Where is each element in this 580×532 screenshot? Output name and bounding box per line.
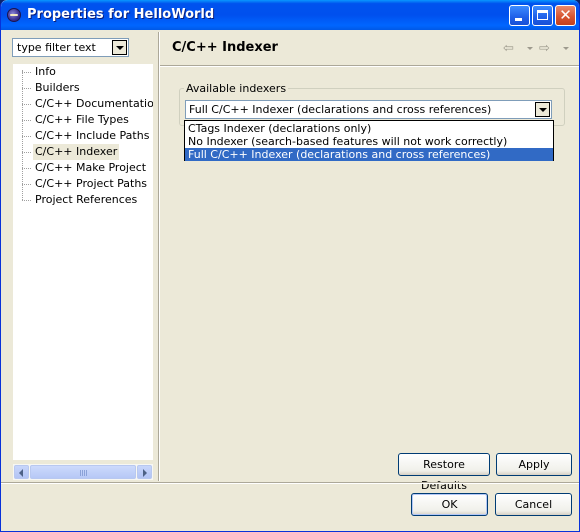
sidebar-item-label: C/C++ Project Paths <box>35 177 148 190</box>
tree-connector <box>22 88 31 89</box>
indexer-dropdown-button[interactable] <box>535 102 550 117</box>
sidebar-item-label: C/C++ Make Project <box>35 161 147 174</box>
sidebar-item-label: Project References <box>35 193 138 206</box>
grip-icon <box>80 470 88 476</box>
sidebar-item-label: C/C++ Indexer <box>33 144 120 160</box>
filter-input[interactable]: type filter text <box>17 41 96 54</box>
close-button[interactable]: ✕ <box>555 5 576 26</box>
scroll-right-button[interactable] <box>137 465 152 479</box>
chevron-down-icon[interactable] <box>563 47 569 50</box>
tree-horizontal-scrollbar[interactable] <box>13 464 153 480</box>
chevron-down-icon <box>539 108 547 112</box>
forward-arrow-icon[interactable]: ⇨ <box>539 41 550 56</box>
minimize-button[interactable] <box>509 5 530 26</box>
maximize-button[interactable] <box>532 5 553 26</box>
indexer-option-none[interactable]: No Indexer (search-based features will n… <box>185 135 553 148</box>
back-arrow-icon[interactable]: ⇦ <box>503 41 514 56</box>
page-title: C/C++ Indexer <box>172 40 278 55</box>
tree-connector <box>22 184 31 185</box>
ok-button[interactable]: OK <box>411 493 488 516</box>
arrow-right-icon <box>143 469 147 477</box>
tree-connector <box>22 136 31 137</box>
tree-connector <box>22 70 23 200</box>
indexer-select[interactable]: Full C/C++ Indexer (declarations and cro… <box>185 100 552 119</box>
tree-connector <box>22 104 31 105</box>
sidebar-item-label: C/C++ Include Paths & Sy <box>35 129 153 142</box>
header-divider <box>160 65 579 67</box>
filter-dropdown-button[interactable] <box>112 40 127 55</box>
title-bar[interactable]: Properties for HelloWorld ✕ <box>1 0 579 30</box>
filter-combo[interactable]: type filter text <box>12 38 129 57</box>
tree-connector <box>22 72 31 73</box>
chevron-down-icon <box>116 46 124 50</box>
arrow-left-icon <box>19 469 23 477</box>
property-page-tree: Info Builders C/C++ Documentation C/C++ … <box>13 64 153 460</box>
indexer-options-list: CTags Indexer (declarations only) No Ind… <box>184 120 554 161</box>
chevron-down-icon[interactable] <box>527 47 533 50</box>
tree-connector <box>22 120 31 121</box>
maximize-icon <box>537 10 548 20</box>
sidebar-item-label: Builders <box>35 81 80 94</box>
tree-connector <box>22 200 31 201</box>
cancel-button[interactable]: Cancel <box>495 493 572 516</box>
close-icon: ✕ <box>559 6 572 24</box>
sidebar-item-label: C/C++ File Types <box>35 113 129 126</box>
indexer-select-value: Full C/C++ Indexer (declarations and cro… <box>189 103 492 116</box>
tree-connector <box>22 168 31 169</box>
indexer-option-ctags[interactable]: CTags Indexer (declarations only) <box>185 122 553 135</box>
sidebar-item-label: Info <box>35 65 56 78</box>
scroll-thumb[interactable] <box>30 465 136 479</box>
restore-defaults-button[interactable]: Restore Defaults <box>398 453 490 492</box>
eclipse-app-icon <box>7 8 21 22</box>
panel-divider[interactable] <box>158 32 160 481</box>
apply-button[interactable]: Apply <box>496 453 572 476</box>
sidebar: type filter text Info Builders C/C++ Doc… <box>5 34 158 480</box>
window-title: Properties for HelloWorld <box>27 7 215 22</box>
properties-dialog: Properties for HelloWorld ✕ type filter … <box>0 0 580 532</box>
minimize-icon <box>515 18 522 21</box>
group-label: Available indexers <box>184 82 289 95</box>
sidebar-item-label: C/C++ Documentation <box>35 97 153 110</box>
scroll-left-button[interactable] <box>14 465 29 479</box>
indexer-option-full[interactable]: Full C/C++ Indexer (declarations and cro… <box>185 148 553 161</box>
tree-connector <box>22 152 31 153</box>
button-bar-divider <box>1 482 579 484</box>
